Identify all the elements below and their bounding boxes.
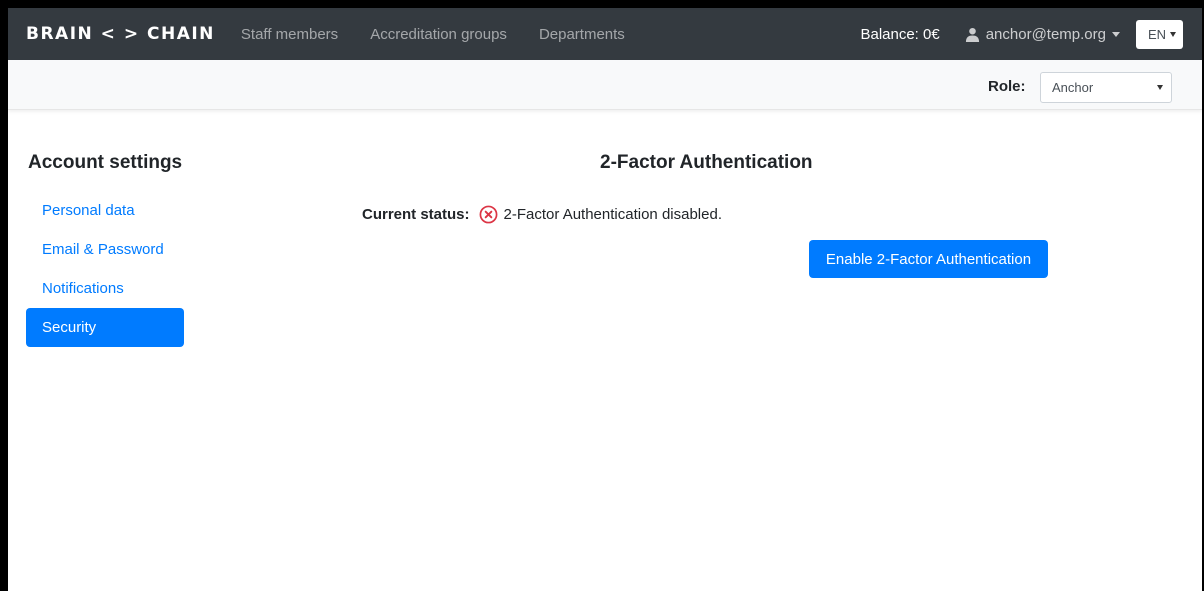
language-select[interactable]: EN (1136, 19, 1183, 49)
enable-2fa-button[interactable]: Enable 2-Factor Authentication (809, 240, 1048, 278)
top-navbar: BRAIN < > CHAIN Staff members Accreditat… (8, 8, 1202, 60)
role-bar: Role: Anchor (8, 60, 1202, 110)
navbar-right: Balance: 0€ anchor@temp.org EN (860, 8, 1202, 60)
sidebar-item-email-password[interactable]: Email & Password (26, 230, 184, 269)
sidebar-title: Account settings (28, 152, 183, 173)
sidebar-item-security[interactable]: Security (26, 308, 184, 347)
page-title: 2-Factor Authentication (600, 152, 813, 173)
dropdown-arrow-icon (1157, 85, 1163, 90)
language-value: EN (1148, 26, 1167, 42)
user-menu-dropdown[interactable]: anchor@temp.org (965, 26, 1120, 43)
sidebar-item-personal-data[interactable]: Personal data (26, 191, 184, 230)
brand-logo[interactable]: BRAIN < > CHAIN (26, 24, 215, 44)
balance-display: Balance: 0€ (860, 25, 940, 43)
user-icon (965, 27, 986, 42)
app-window: BRAIN < > CHAIN Staff members Accreditat… (0, 0, 1204, 591)
chevron-down-icon (1112, 31, 1120, 37)
user-email: anchor@temp.org (985, 25, 1106, 43)
status-label: Current status: (362, 206, 470, 223)
status-text: 2-Factor Authentication disabled. (503, 206, 722, 223)
nav-link-staff-members[interactable]: Staff members (241, 26, 338, 43)
error-circle-x-icon (479, 205, 498, 224)
role-value: Anchor (1052, 80, 1094, 95)
nav-link-departments[interactable]: Departments (539, 26, 625, 43)
nav-link-accreditation-groups[interactable]: Accreditation groups (370, 26, 507, 43)
status-row: Current status: 2-Factor Authentication … (362, 205, 722, 224)
role-label: Role: (988, 78, 1026, 95)
sidebar-item-notifications[interactable]: Notifications (26, 269, 184, 308)
role-select[interactable]: Anchor (1040, 72, 1172, 103)
dropdown-arrow-icon (1170, 31, 1176, 37)
